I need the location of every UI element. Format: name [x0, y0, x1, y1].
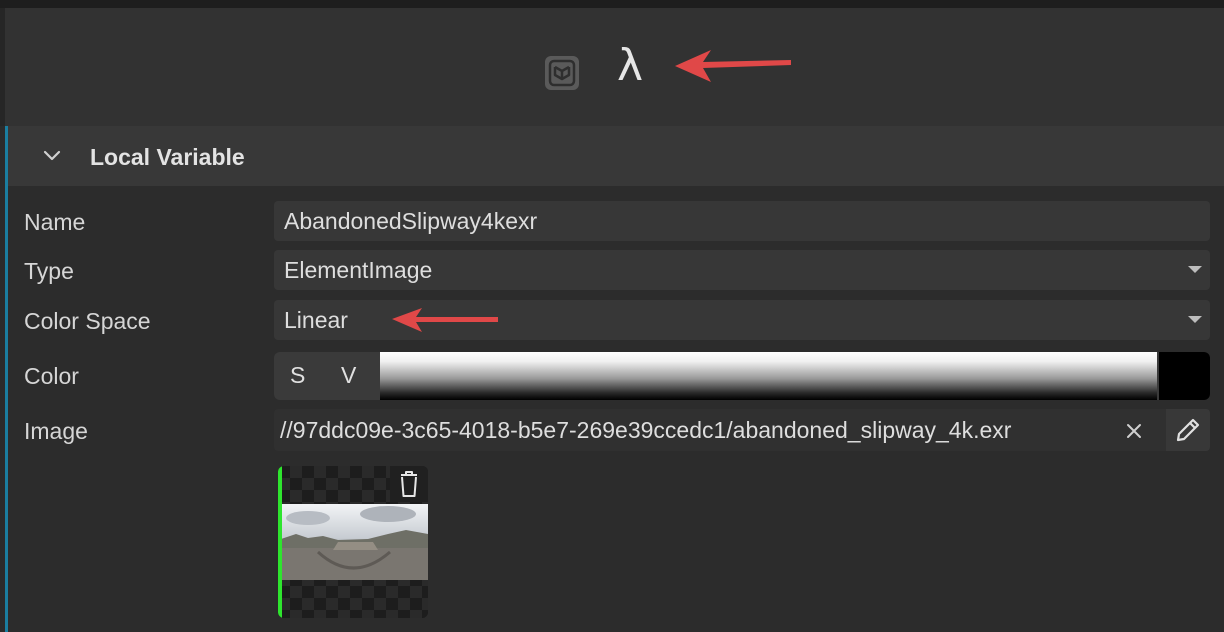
annotation-arrow-icon [392, 308, 498, 332]
color-space-label: Color Space [24, 308, 151, 334]
image-thumbnail[interactable] [278, 466, 428, 618]
lambda-icon[interactable]: λ [617, 42, 643, 90]
image-label: Image [24, 418, 88, 444]
toolbar: λ [0, 8, 1224, 126]
value-gradient-slider[interactable] [380, 352, 1157, 400]
chevron-down-icon[interactable] [42, 146, 62, 166]
image-path-value: //97ddc09e-3c65-4018-b5e7-269e39ccedc1/a… [280, 417, 1012, 443]
pencil-icon [1176, 418, 1200, 442]
name-value: AbandonedSlipway4kexr [284, 208, 538, 234]
top-strip [0, 0, 1224, 8]
color-picker[interactable]: S V [274, 352, 1210, 400]
color-label: Color [24, 363, 79, 389]
selection-marker [278, 466, 282, 618]
annotation-arrow-icon [675, 50, 791, 82]
panorama-preview [278, 504, 428, 580]
name-label: Name [24, 209, 86, 235]
section-title: Local Variable [90, 144, 245, 170]
dropdown-caret-icon [1188, 316, 1202, 323]
saturation-label[interactable]: S [290, 361, 305, 389]
local-variable-panel: Local Variable Name AbandonedSlipway4kex… [5, 126, 1224, 632]
type-value: ElementImage [284, 257, 433, 283]
color-swatch[interactable] [1159, 352, 1210, 400]
node-graph-icon[interactable] [544, 55, 580, 91]
section-header[interactable]: Local Variable [8, 126, 1224, 186]
edit-button[interactable] [1166, 409, 1210, 451]
dropdown-caret-icon [1188, 266, 1202, 273]
delete-button[interactable] [390, 466, 428, 502]
trash-icon [401, 471, 417, 497]
type-dropdown[interactable]: ElementImage [274, 250, 1210, 290]
value-label[interactable]: V [341, 361, 356, 389]
type-label: Type [24, 258, 74, 284]
image-path-field[interactable]: //97ddc09e-3c65-4018-b5e7-269e39ccedc1/a… [274, 409, 1210, 451]
close-icon[interactable] [1120, 417, 1148, 445]
name-field[interactable]: AbandonedSlipway4kexr [274, 201, 1210, 241]
color-space-value: Linear [284, 307, 348, 333]
